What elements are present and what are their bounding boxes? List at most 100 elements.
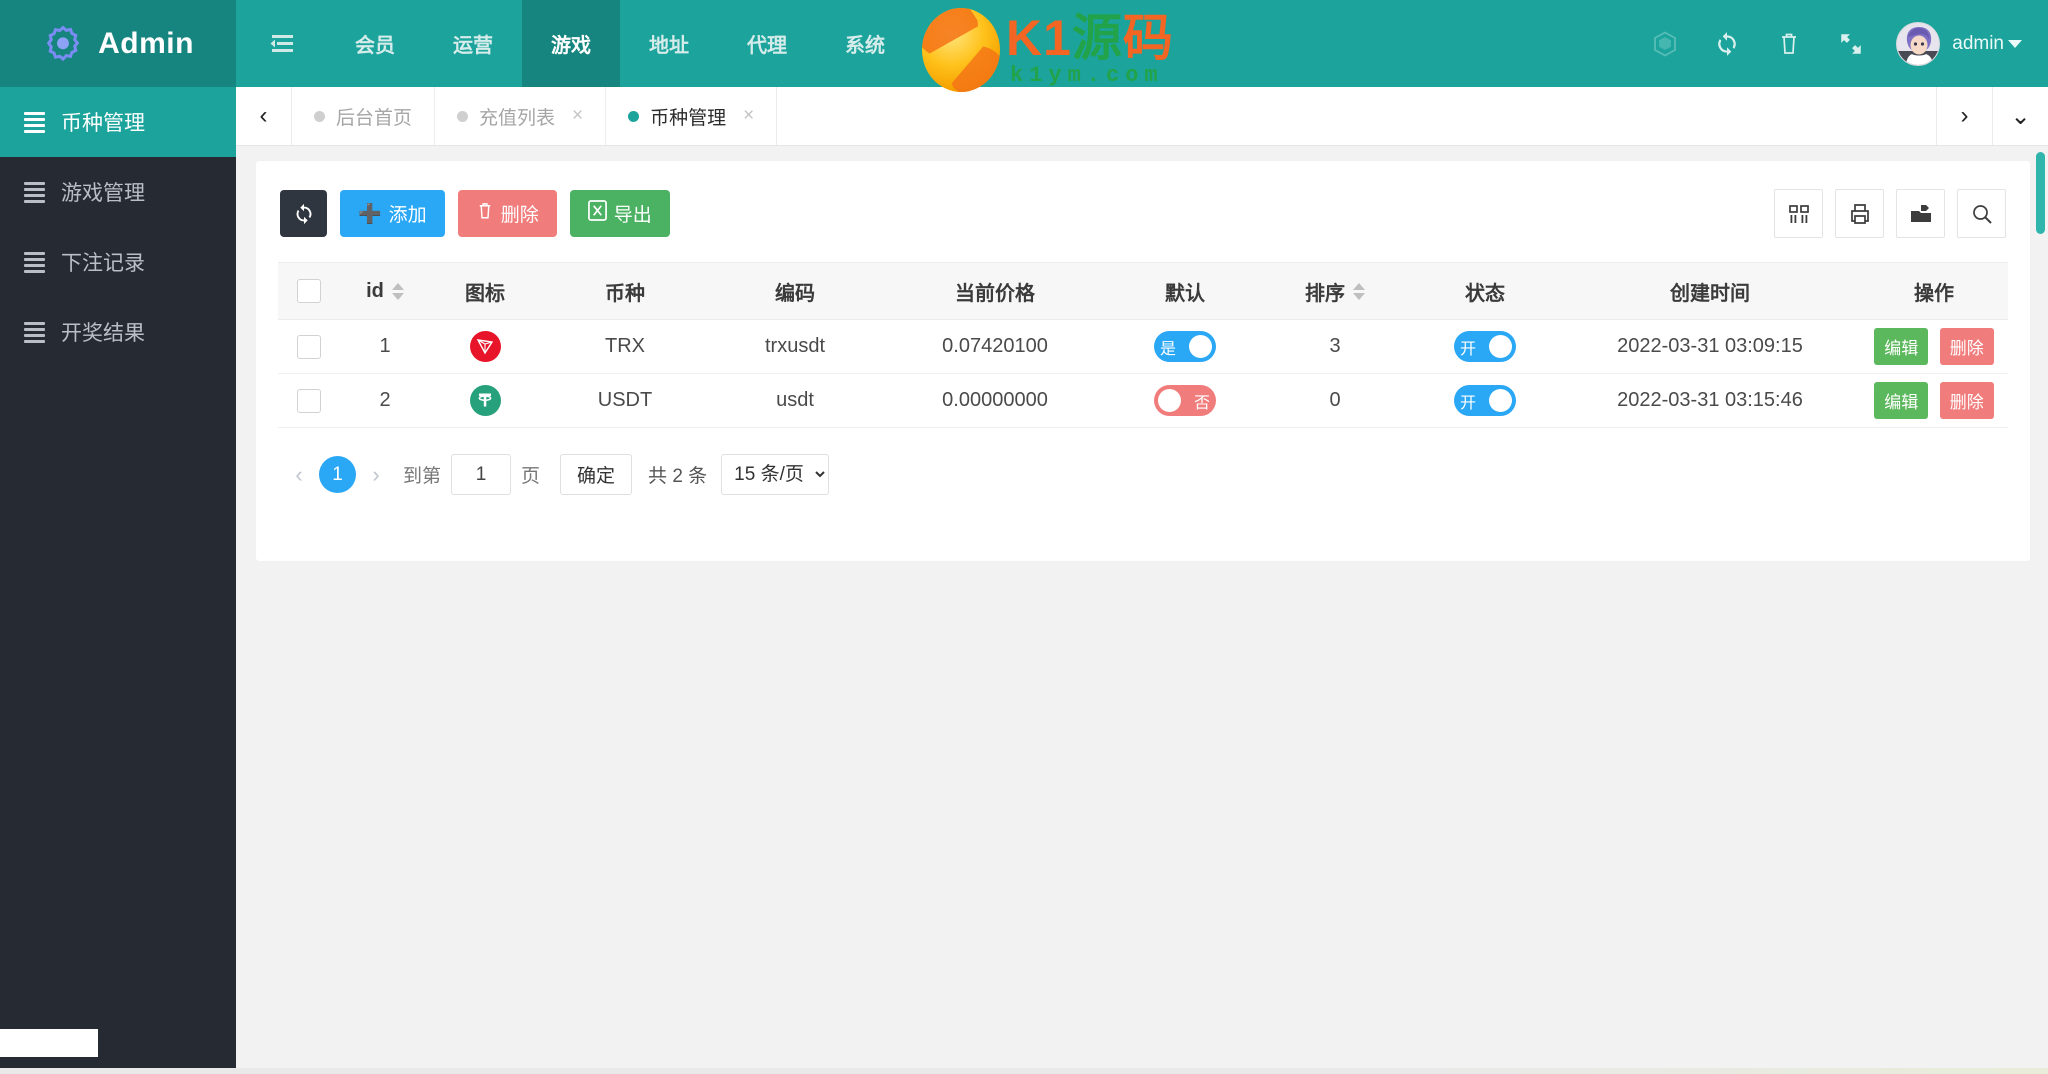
table-row[interactable]: 2 USDT usdt 0.00000000 否 0 开 2022-03-31 … (278, 373, 2008, 428)
export-button[interactable]: 导出 (569, 190, 670, 237)
nav-tab-member[interactable]: 会员 (326, 0, 424, 87)
menu-collapse-icon[interactable] (236, 0, 326, 87)
goto-confirm-button[interactable]: 确定 (560, 454, 633, 495)
delete-button[interactable]: 删除 (457, 190, 557, 237)
page-number-1[interactable]: 1 (319, 456, 356, 493)
list-icon (24, 181, 45, 203)
th-coin: 币种 (540, 262, 710, 320)
tab-recharge-list[interactable]: 充值列表 × (435, 87, 607, 145)
user-name[interactable]: admin (1952, 33, 2004, 55)
chevron-down-icon[interactable] (2008, 39, 2022, 48)
default-toggle-label: 是 (1160, 340, 1177, 358)
row-checkbox[interactable] (297, 388, 321, 413)
status-toggle[interactable]: 开 (1454, 331, 1516, 362)
table-row[interactable]: 1 TRX trxusdt 0.07420100 是 3 开 2022-03-3… (278, 319, 2008, 374)
hexagon-theme-icon[interactable] (1634, 0, 1696, 87)
cell-coin: USDT (540, 373, 710, 428)
select-all-checkbox[interactable] (297, 279, 321, 303)
tab-scroll-left-icon[interactable]: ‹ (236, 87, 292, 145)
export-button-label: 导出 (613, 205, 652, 226)
th-price: 当前价格 (880, 262, 1110, 320)
row-checkbox[interactable] (297, 334, 321, 359)
nav-tab-game[interactable]: 游戏 (522, 0, 620, 87)
page-prev-icon[interactable]: ‹ (282, 462, 316, 488)
sidebar-item-lottery-results[interactable]: 开奖结果 (0, 297, 236, 367)
edit-button[interactable]: 编辑 (1874, 382, 1929, 419)
toggle-knob (1158, 389, 1181, 412)
column-toggle-icon[interactable] (1774, 189, 1823, 238)
refresh-button[interactable] (280, 190, 327, 237)
sort-arrows-icon[interactable] (1353, 282, 1365, 300)
tab-status-dot (457, 110, 469, 122)
tab-label: 后台首页 (336, 107, 413, 129)
goto-page-input[interactable] (451, 454, 512, 495)
coin-table: id 图标 币种 编码 当前价格 默认 排序 状态 创建时间 操作 1 TRX … (278, 262, 2008, 428)
nav-tab-operation[interactable]: 运营 (424, 0, 522, 87)
status-toggle[interactable]: 开 (1454, 385, 1516, 416)
content-scrollbar-thumb[interactable] (2036, 152, 2045, 234)
cell-created: 2022-03-31 03:15:46 (1560, 373, 1860, 428)
refresh-icon[interactable] (1696, 0, 1758, 87)
row-delete-button[interactable]: 删除 (1939, 328, 1994, 365)
default-toggle[interactable]: 否 (1154, 385, 1216, 416)
tab-coin-management[interactable]: 币种管理 × (606, 87, 778, 145)
close-icon[interactable]: × (572, 105, 583, 127)
sidebar-item-label: 游戏管理 (61, 182, 145, 205)
nav-tab-system[interactable]: 系统 (816, 0, 914, 87)
cell-code: usdt (710, 373, 880, 428)
sidebar-item-bet-records[interactable]: 下注记录 (0, 227, 236, 297)
th-id[interactable]: id (340, 262, 430, 320)
brand-title: Admin (98, 26, 194, 60)
add-button[interactable]: ➕ 添加 (340, 190, 445, 237)
excel-icon (587, 200, 607, 227)
status-toggle-label: 开 (1460, 394, 1477, 412)
row-delete-button[interactable]: 删除 (1939, 382, 1994, 419)
page-next-icon[interactable]: › (359, 462, 393, 488)
delete-button-label: 删除 (500, 205, 539, 226)
tab-status-dot (314, 110, 325, 122)
cell-price: 0.00000000 (880, 373, 1110, 428)
header-actions: admin (1634, 0, 2048, 87)
sort-arrows-icon[interactable] (391, 282, 404, 300)
cell-icon (430, 319, 540, 374)
avatar[interactable] (1896, 21, 1941, 66)
goto-prefix-label: 到第 (403, 466, 442, 487)
brand-logo[interactable]: Admin (0, 0, 236, 87)
cell-select (278, 319, 340, 374)
close-icon[interactable]: × (743, 105, 754, 127)
tab-status-dot (628, 110, 640, 122)
content-scrollbar-track[interactable] (2036, 147, 2045, 1074)
th-sort[interactable]: 排序 (1260, 262, 1410, 320)
toggle-knob (1489, 335, 1512, 358)
nav-tab-address[interactable]: 地址 (620, 0, 718, 87)
table-body: 1 TRX trxusdt 0.07420100 是 3 开 2022-03-3… (278, 319, 2008, 428)
tab-dashboard[interactable]: 后台首页 (292, 87, 436, 145)
search-icon[interactable] (1957, 189, 2006, 238)
fullscreen-icon[interactable] (1820, 0, 1882, 87)
tab-scroll-right-icon[interactable]: › (1936, 87, 1992, 145)
print-icon[interactable] (1835, 189, 1884, 238)
usdt-coin-icon (469, 384, 501, 416)
cell-icon (430, 373, 540, 428)
table-head: id 图标 币种 编码 当前价格 默认 排序 状态 创建时间 操作 (278, 262, 2008, 320)
sidebar-scrollbar[interactable] (0, 1029, 98, 1057)
cell-ops: 编辑 删除 (1860, 373, 2008, 428)
default-toggle-label: 否 (1193, 394, 1210, 412)
export-folder-icon[interactable] (1896, 189, 1945, 238)
th-code: 编码 (710, 262, 880, 320)
tab-label: 币种管理 (650, 107, 727, 129)
sidebar-item-coin-management[interactable]: 币种管理 (0, 87, 236, 157)
page-size-select[interactable]: 15 条/页 30 条/页 50 条/页 (721, 454, 830, 495)
trx-coin-icon (469, 330, 501, 362)
main-nav: 会员 运营 游戏 地址 代理 系统 (236, 0, 914, 87)
cell-status: 开 (1410, 319, 1560, 374)
tab-dropdown-icon[interactable]: ⌄ (1992, 87, 2048, 145)
trash-icon[interactable] (1758, 0, 1820, 87)
nav-tab-agent[interactable]: 代理 (718, 0, 816, 87)
plus-icon: ➕ (358, 203, 382, 225)
th-status: 状态 (1410, 262, 1560, 320)
cell-ops: 编辑 删除 (1860, 319, 2008, 374)
sidebar-item-game-management[interactable]: 游戏管理 (0, 157, 236, 227)
edit-button[interactable]: 编辑 (1874, 328, 1929, 365)
default-toggle[interactable]: 是 (1154, 331, 1216, 362)
